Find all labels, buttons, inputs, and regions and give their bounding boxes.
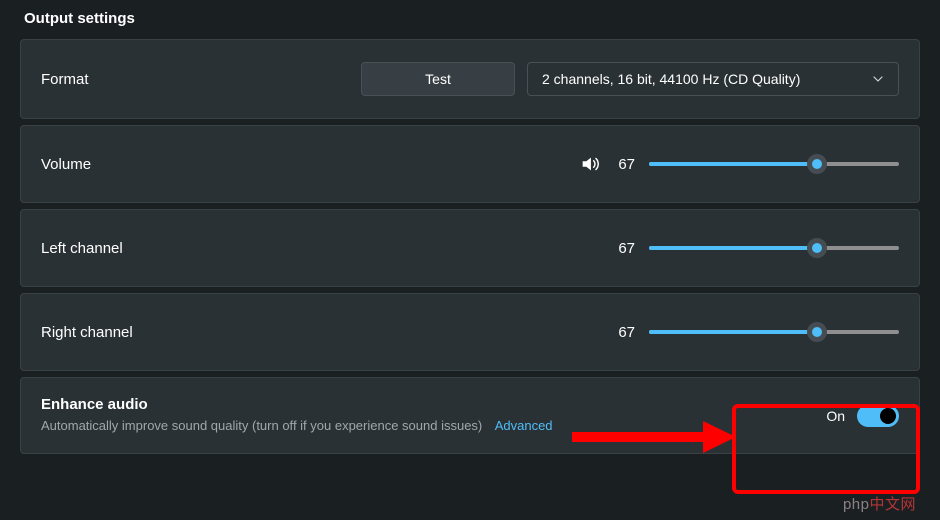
left-channel-label: Left channel <box>41 240 123 257</box>
enhance-audio-subtitle: Automatically improve sound quality (tur… <box>41 418 482 433</box>
slider-fill <box>649 330 817 334</box>
slider-thumb[interactable] <box>807 322 827 342</box>
format-select[interactable]: 2 channels, 16 bit, 44100 Hz (CD Quality… <box>527 62 899 96</box>
chevron-down-icon <box>872 73 884 85</box>
format-label: Format <box>41 71 89 88</box>
volume-slider[interactable] <box>649 154 899 174</box>
volume-value: 67 <box>613 156 635 173</box>
volume-label: Volume <box>41 156 91 173</box>
watermark-left: php <box>843 496 870 513</box>
enhance-audio-toggle[interactable] <box>857 405 899 427</box>
watermark: php中文网 <box>843 493 916 514</box>
section-title: Output settings <box>20 10 920 27</box>
left-channel-value: 67 <box>613 240 635 257</box>
left-channel-row: Left channel 67 <box>20 209 920 287</box>
left-channel-slider[interactable] <box>649 238 899 258</box>
test-button[interactable]: Test <box>361 62 515 96</box>
advanced-link[interactable]: Advanced <box>495 418 553 433</box>
slider-thumb[interactable] <box>807 154 827 174</box>
speaker-icon[interactable] <box>579 153 601 175</box>
enhance-audio-title: Enhance audio <box>41 396 806 413</box>
right-channel-slider[interactable] <box>649 322 899 342</box>
watermark-right: 中文网 <box>869 496 916 513</box>
toggle-state-label: On <box>826 408 845 424</box>
right-channel-label: Right channel <box>41 324 133 341</box>
volume-row: Volume 67 <box>20 125 920 203</box>
enhance-audio-row: Enhance audio Automatically improve soun… <box>20 377 920 454</box>
right-channel-row: Right channel 67 <box>20 293 920 371</box>
right-channel-value: 67 <box>613 324 635 341</box>
slider-fill <box>649 162 817 166</box>
slider-fill <box>649 246 817 250</box>
slider-thumb[interactable] <box>807 238 827 258</box>
format-selected-value: 2 channels, 16 bit, 44100 Hz (CD Quality… <box>542 71 800 87</box>
format-row: Format Test 2 channels, 16 bit, 44100 Hz… <box>20 39 920 119</box>
toggle-knob <box>880 408 896 424</box>
